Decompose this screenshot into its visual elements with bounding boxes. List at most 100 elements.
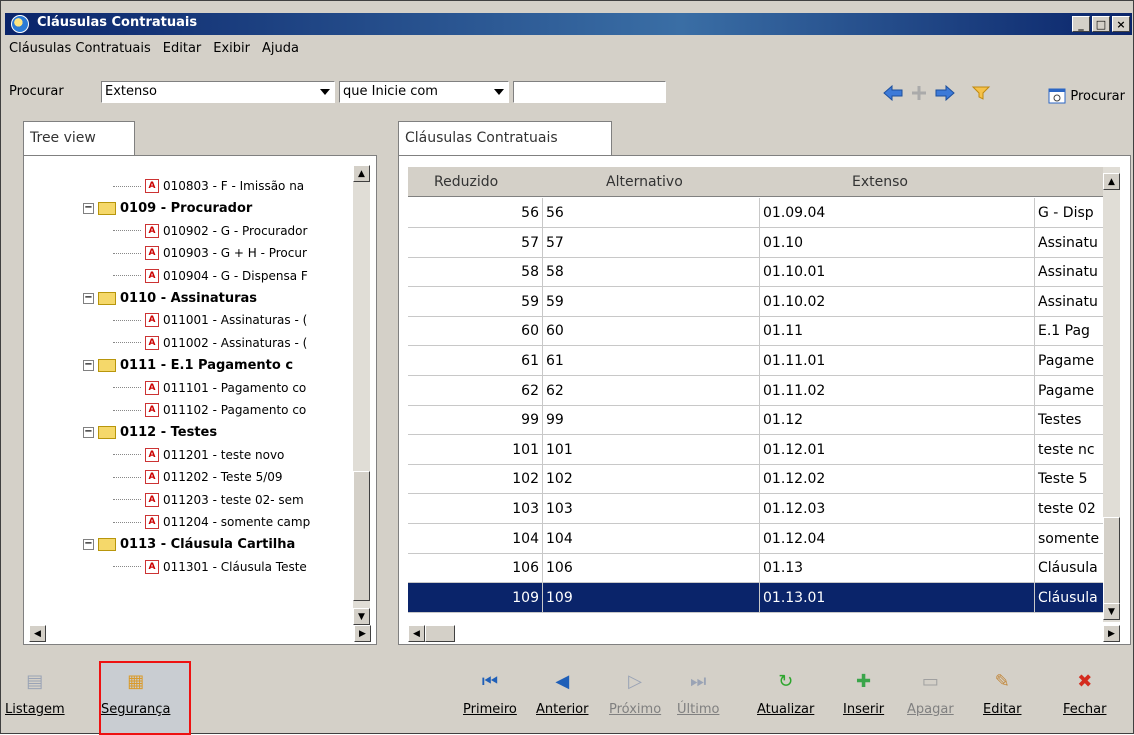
primeiro-button[interactable]: ⏮ Primeiro [463,664,517,734]
tree-leaf[interactable]: A 010902 - G - Procurador [113,220,307,242]
tab-clausulas-contratuais[interactable]: Cláusulas Contratuais [398,121,612,157]
menu-ajuda[interactable]: Ajuda [262,41,299,56]
collapse-icon[interactable]: − [83,538,94,550]
tree-folder[interactable]: − 0113 - Cláusula Cartilha [83,533,295,555]
tree-connector [113,566,141,568]
table-row[interactable]: 62 62 01.11.02 Pagame [408,375,1103,406]
arrow-right-icon[interactable] [935,85,955,101]
table-row[interactable]: 61 61 01.11.01 Pagame [408,346,1103,376]
tree-leaf[interactable]: A 010903 - G + H - Procur [113,242,307,264]
grid-scroll-thumb[interactable] [1103,517,1120,607]
column-header-alternativo[interactable]: Alternativo [606,174,683,190]
tree-leaf[interactable]: A 011102 - Pagamento co [113,399,306,421]
cell-codigo: 01.12 [760,405,1035,436]
tree-folder[interactable]: − 0109 - Procurador [83,197,252,219]
tree-folder[interactable]: − 0110 - Assinaturas [83,287,257,309]
tree-leaf[interactable]: A 011101 - Pagamento co [113,377,306,399]
tree-scroll-thumb[interactable] [353,471,370,601]
search-mode-select[interactable]: que Inicie com [339,81,509,103]
anterior-button[interactable]: ◀ Anterior [536,664,588,734]
table-row[interactable]: 103 103 01.12.03 teste 02 [408,494,1103,524]
cell-alternativo: 103 [543,494,760,524]
seguranca-button[interactable]: ▦ Segurança [101,664,170,734]
editar-button[interactable]: ✎ Editar [983,664,1022,734]
tree-leaf[interactable]: A 011002 - Assinaturas - ( [113,332,307,354]
collapse-icon[interactable]: − [83,292,94,304]
menu-clausulas[interactable]: Cláusulas Contratuais [9,41,151,56]
grid-hscroll-thumb[interactable] [425,625,455,642]
tab-tree-view[interactable]: Tree view [23,121,135,157]
table-row[interactable]: 99 99 01.12 Testes [408,405,1103,436]
tree-leaf[interactable]: A 011001 - Assinaturas - ( [113,309,307,331]
apagar-button[interactable]: ▭ Apagar [907,664,954,734]
table-row[interactable]: 109 109 01.13.01 Cláusula [408,582,1103,613]
previous-icon: ◀ [555,670,570,692]
title-bar[interactable]: Cláusulas Contratuais _ □ × [5,13,1132,35]
tree-vertical-scrollbar[interactable]: ▲ ▼ [353,165,370,625]
collapse-icon[interactable]: − [83,426,94,438]
table-row[interactable]: 56 56 01.09.04 G - Disp [408,198,1103,228]
scroll-down-icon[interactable]: ▼ [1103,603,1120,620]
cell-codigo: 01.09.04 [760,198,1035,228]
tree-leaf[interactable]: A 011202 - Teste 5/09 [113,466,283,488]
cell-alternativo: 57 [543,227,760,258]
menu-exibir[interactable]: Exibir [213,41,250,56]
cell-codigo: 01.13 [760,553,1035,584]
column-header-extenso[interactable]: Extenso [852,174,908,190]
grid-vertical-scrollbar[interactable]: ▲ ▼ [1103,167,1120,622]
scroll-right-icon[interactable]: ▶ [1103,625,1120,642]
table-row[interactable]: 102 102 01.12.02 Teste 5 [408,464,1103,495]
scroll-up-icon[interactable]: ▲ [1103,173,1120,190]
scroll-up-icon[interactable]: ▲ [353,165,370,182]
tree-leaf[interactable]: A 011203 - teste 02- sem [113,489,304,511]
toolbar-button-label: Inserir [843,702,885,717]
listagem-button[interactable]: ▤ Listagem [5,664,65,734]
procurar-button[interactable]: Procurar [1048,87,1125,105]
cell-alternativo: 101 [543,434,760,465]
collapse-icon[interactable]: − [83,359,94,371]
proximo-button[interactable]: ▷ Próximo [609,664,661,734]
tree-folder[interactable]: − 0112 - Testes [83,421,217,443]
tree-leaf[interactable]: A 011201 - teste novo [113,444,284,466]
table-row[interactable]: 57 57 01.10 Assinatu [408,227,1103,258]
scroll-left-icon[interactable]: ◀ [29,625,46,642]
table-row[interactable]: 58 58 01.10.01 Assinatu [408,257,1103,288]
table-row[interactable]: 59 59 01.10.02 Assinatu [408,286,1103,317]
ultimo-button[interactable]: ⏭ Último [677,664,719,734]
tree-node-label: 0112 - Testes [120,424,218,440]
cell-alternativo: 62 [543,375,760,406]
clause-document-icon: A [145,179,159,193]
search-field-select[interactable]: Extenso [101,81,335,103]
close-window-icon[interactable]: × [1112,16,1130,32]
cell-codigo: 01.11.02 [760,375,1035,406]
table-row[interactable]: 106 106 01.13 Cláusula [408,553,1103,584]
cell-codigo: 01.11.01 [760,346,1035,376]
scroll-down-icon[interactable]: ▼ [353,608,370,625]
grid-horizontal-scrollbar[interactable]: ◀ ▶ [408,625,1120,642]
tree-node-label: 0111 - E.1 Pagamento c [120,357,294,373]
table-row[interactable]: 104 104 01.12.04 somente [408,523,1103,554]
tree-horizontal-scrollbar[interactable]: ◀ ▶ [29,625,371,642]
tree-folder[interactable]: − 0111 - E.1 Pagamento c [83,354,293,376]
atualizar-button[interactable]: ↻ Atualizar [757,664,814,734]
search-input[interactable] [513,81,666,103]
cell-reduzido: 60 [408,316,543,347]
tree-leaf[interactable]: A 010904 - G - Dispensa F [113,265,308,287]
maximize-icon[interactable]: □ [1092,16,1110,32]
tree-leaf[interactable]: A 011301 - Cláusula Teste [113,556,307,578]
table-row[interactable]: 101 101 01.12.01 teste nc [408,434,1103,465]
collapse-icon[interactable]: − [83,202,94,214]
minimize-icon[interactable]: _ [1072,16,1090,32]
tree-leaf[interactable]: A 010803 - F - Imissão na [113,175,304,197]
filter-icon[interactable] [971,85,991,101]
clause-document-icon: A [145,403,159,417]
table-row[interactable]: 60 60 01.11 E.1 Pag [408,316,1103,347]
inserir-button[interactable]: ✚ Inserir [843,664,884,734]
arrow-left-icon[interactable] [883,85,903,101]
fechar-button[interactable]: ✖ Fechar [1063,664,1106,734]
scroll-left-icon[interactable]: ◀ [408,625,425,642]
column-header-reduzido[interactable]: Reduzido [434,174,498,190]
menu-editar[interactable]: Editar [163,41,202,56]
scroll-right-icon[interactable]: ▶ [354,625,371,642]
tree-leaf[interactable]: A 011204 - somente camp [113,511,310,533]
